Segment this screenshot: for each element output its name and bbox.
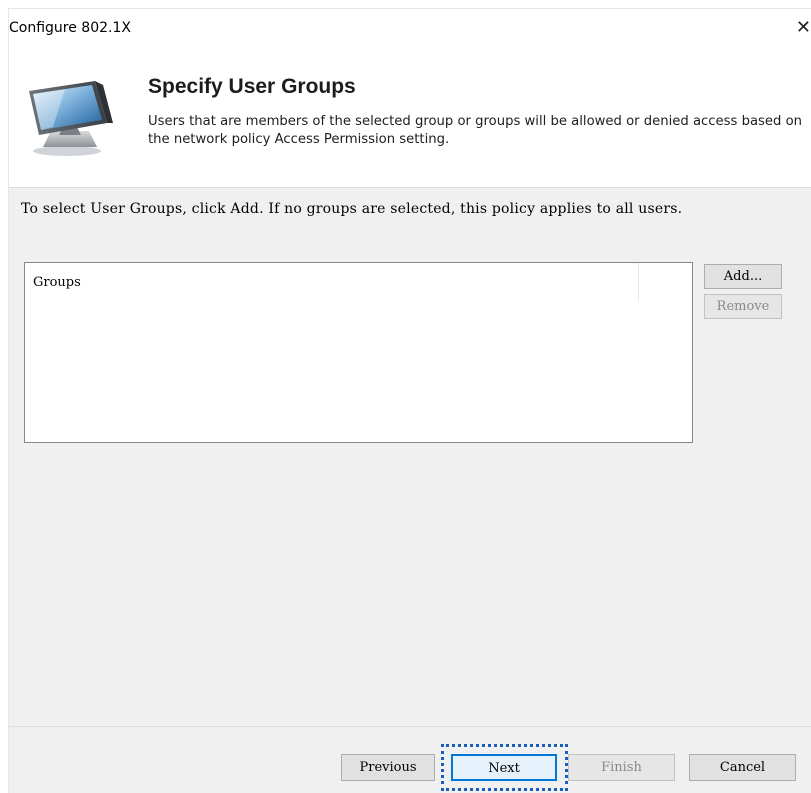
finish-button[interactable]: Finish — [568, 754, 675, 781]
previous-button[interactable]: Previous — [341, 754, 435, 781]
close-icon[interactable]: ✕ — [791, 17, 811, 39]
wizard-header: Specify User Groups Users that are membe… — [9, 49, 811, 188]
configure-8021x-window: Configure 802.1X ✕ Specify User Groups U… — [8, 8, 811, 793]
title-bar: Configure 802.1X ✕ — [9, 9, 811, 49]
groups-column-header[interactable]: Groups — [25, 263, 639, 301]
next-button[interactable]: Next — [451, 754, 557, 781]
window-title: Configure 802.1X — [9, 20, 131, 36]
remove-button[interactable]: Remove — [704, 294, 782, 319]
computer-monitor-icon — [29, 81, 113, 156]
page-title: Specify User Groups — [148, 75, 356, 98]
cancel-button[interactable]: Cancel — [689, 754, 796, 781]
instruction-text: To select User Groups, click Add. If no … — [21, 201, 683, 217]
wizard-footer: Previous Next Finish Cancel — [9, 726, 811, 793]
groups-list[interactable]: Groups — [24, 262, 693, 443]
add-button[interactable]: Add... — [704, 264, 782, 289]
groups-column-label: Groups — [33, 275, 81, 290]
wizard-body: To select User Groups, click Add. If no … — [9, 188, 811, 726]
page-description: Users that are members of the selected g… — [148, 114, 803, 147]
